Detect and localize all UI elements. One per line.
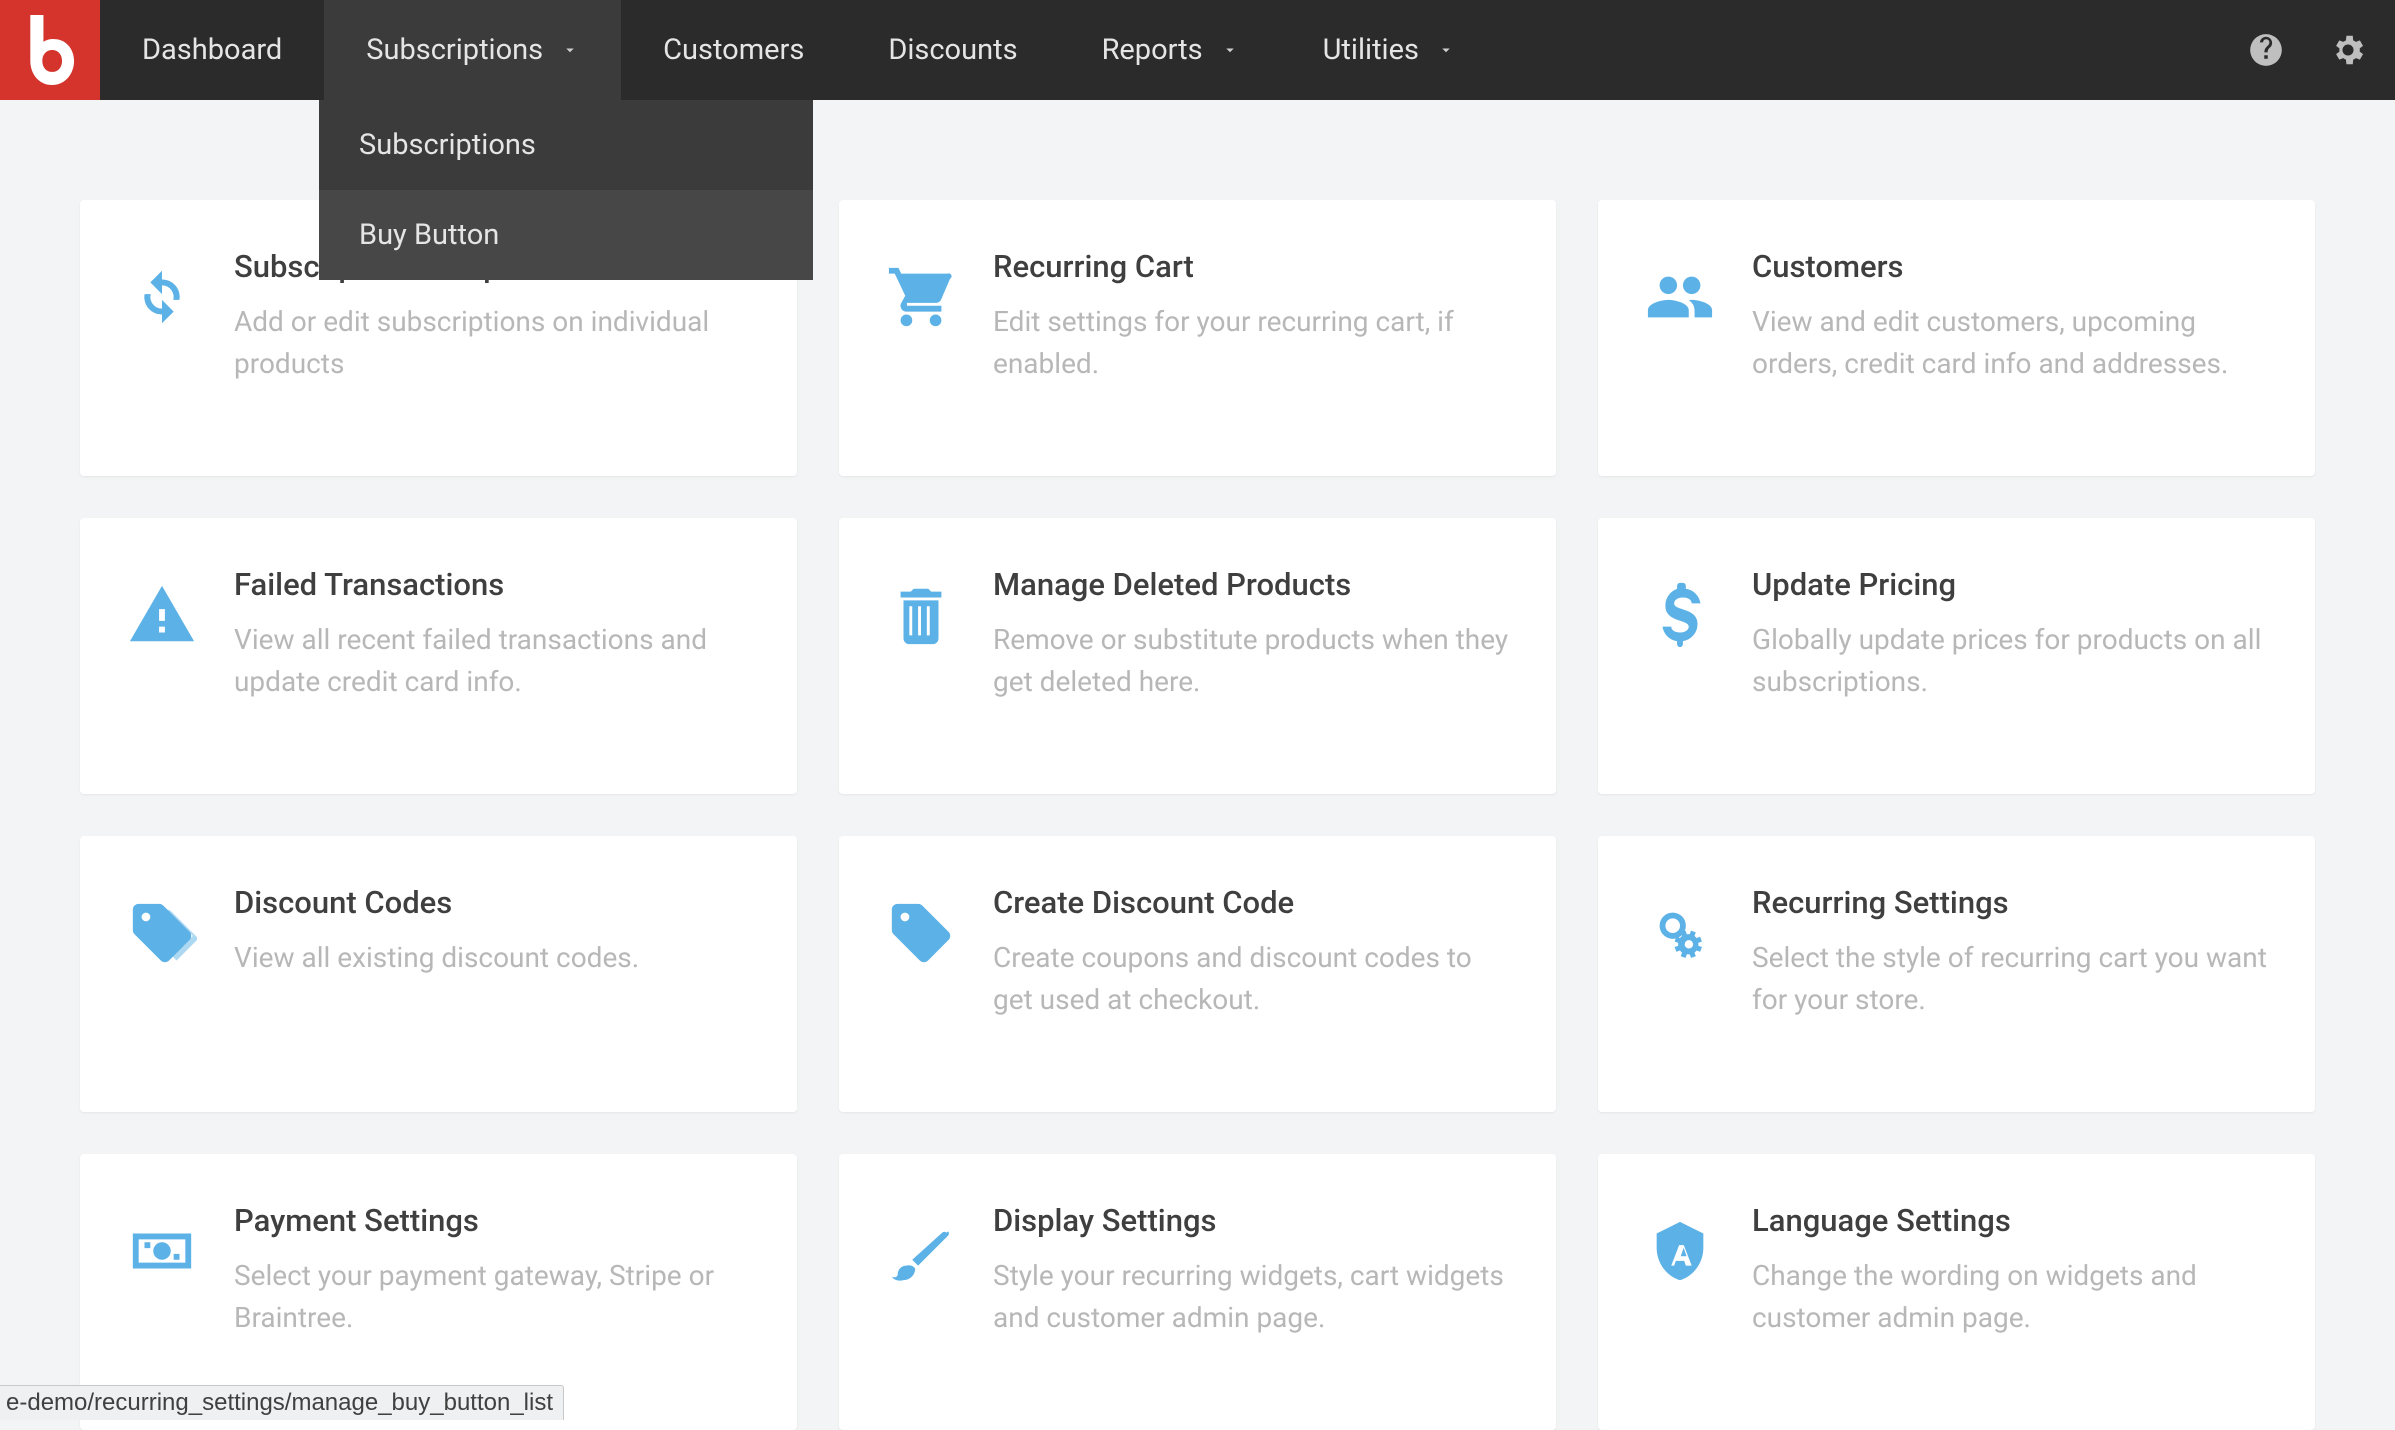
- card-manage-deleted-products[interactable]: Manage Deleted Products Remove or substi…: [839, 518, 1556, 794]
- card-update-pricing[interactable]: Update Pricing Globally update prices fo…: [1598, 518, 2315, 794]
- settings-gear-icon[interactable]: [2329, 31, 2367, 69]
- nav-customers[interactable]: Customers: [621, 0, 846, 100]
- card-title: Manage Deleted Products: [993, 566, 1512, 603]
- chevron-down-icon: [1437, 41, 1455, 59]
- dropdown-label: Buy Button: [359, 218, 499, 252]
- nav-discounts[interactable]: Discounts: [846, 0, 1059, 100]
- card-desc: Style your recurring widgets, cart widge…: [993, 1255, 1512, 1339]
- card-customers[interactable]: Customers View and edit customers, upcom…: [1598, 200, 2315, 476]
- card-desc: Remove or substitute products when they …: [993, 619, 1512, 703]
- tag-icon: [883, 884, 959, 1052]
- logo-icon: [23, 15, 77, 85]
- nav-subscriptions[interactable]: Subscriptions: [324, 0, 621, 100]
- dropdown-label: Subscriptions: [359, 128, 536, 162]
- language-icon: [1642, 1202, 1718, 1370]
- top-navigation: Dashboard Subscriptions Customers Discou…: [0, 0, 2395, 100]
- card-display-settings[interactable]: Display Settings Style your recurring wi…: [839, 1154, 1556, 1430]
- subscriptions-dropdown: Subscriptions Buy Button: [319, 100, 813, 280]
- card-body: Customers View and edit customers, upcom…: [1752, 248, 2271, 416]
- card-desc: Add or edit subscriptions on individual …: [234, 301, 753, 385]
- money-icon: [124, 1202, 200, 1370]
- warning-icon: [124, 566, 200, 734]
- card-body: Recurring Cart Edit settings for your re…: [993, 248, 1512, 416]
- status-text: e-demo/recurring_settings/manage_buy_but…: [6, 1389, 553, 1416]
- card-desc: Create coupons and discount codes to get…: [993, 937, 1512, 1021]
- card-desc: Select the style of recurring cart you w…: [1752, 937, 2271, 1021]
- status-bar: e-demo/recurring_settings/manage_buy_but…: [0, 1385, 564, 1420]
- card-title: Recurring Cart: [993, 248, 1512, 285]
- nav-label: Reports: [1102, 33, 1203, 67]
- card-body: Payment Settings Select your payment gat…: [234, 1202, 753, 1370]
- card-title: Customers: [1752, 248, 2271, 285]
- card-title: Display Settings: [993, 1202, 1512, 1239]
- card-title: Discount Codes: [234, 884, 753, 921]
- card-body: Language Settings Change the wording on …: [1752, 1202, 2271, 1370]
- card-recurring-settings[interactable]: Recurring Settings Select the style of r…: [1598, 836, 2315, 1112]
- nav-utilities[interactable]: Utilities: [1281, 0, 1497, 100]
- cart-icon: [883, 248, 959, 416]
- card-body: Failed Transactions View all recent fail…: [234, 566, 753, 734]
- nav-label: Subscriptions: [366, 33, 543, 67]
- card-title: Failed Transactions: [234, 566, 753, 603]
- card-desc: Edit settings for your recurring cart, i…: [993, 301, 1512, 385]
- nav-right: [2247, 0, 2395, 100]
- card-desc: Globally update prices for products on a…: [1752, 619, 2271, 703]
- card-body: Create Discount Code Create coupons and …: [993, 884, 1512, 1052]
- nav-dashboard[interactable]: Dashboard: [100, 0, 324, 100]
- card-desc: View and edit customers, upcoming orders…: [1752, 301, 2271, 385]
- card-desc: View all recent failed transactions and …: [234, 619, 753, 703]
- users-icon: [1642, 248, 1718, 416]
- dropdown-subscriptions[interactable]: Subscriptions: [319, 100, 813, 190]
- gears-icon: [1642, 884, 1718, 1052]
- refresh-icon: [124, 248, 200, 416]
- card-title: Language Settings: [1752, 1202, 2271, 1239]
- brush-icon: [883, 1202, 959, 1370]
- brand-logo[interactable]: [0, 0, 100, 100]
- card-body: Discount Codes View all existing discoun…: [234, 884, 753, 1052]
- tags-icon: [124, 884, 200, 1052]
- help-icon[interactable]: [2247, 31, 2285, 69]
- card-desc: View all existing discount codes.: [234, 937, 753, 979]
- nav-label: Utilities: [1323, 33, 1419, 67]
- card-body: Display Settings Style your recurring wi…: [993, 1202, 1512, 1370]
- nav-items: Dashboard Subscriptions Customers Discou…: [100, 0, 2247, 100]
- nav-label: Customers: [663, 33, 804, 67]
- card-grid: Subscription Groups Add or edit subscrip…: [80, 200, 2315, 1430]
- trash-icon: [883, 566, 959, 734]
- card-create-discount-code[interactable]: Create Discount Code Create coupons and …: [839, 836, 1556, 1112]
- card-body: Update Pricing Globally update prices fo…: [1752, 566, 2271, 734]
- card-title: Recurring Settings: [1752, 884, 2271, 921]
- card-title: Update Pricing: [1752, 566, 2271, 603]
- card-failed-transactions[interactable]: Failed Transactions View all recent fail…: [80, 518, 797, 794]
- chevron-down-icon: [561, 41, 579, 59]
- card-body: Manage Deleted Products Remove or substi…: [993, 566, 1512, 734]
- card-title: Payment Settings: [234, 1202, 753, 1239]
- nav-label: Dashboard: [142, 33, 282, 67]
- card-language-settings[interactable]: Language Settings Change the wording on …: [1598, 1154, 2315, 1430]
- nav-reports[interactable]: Reports: [1060, 0, 1281, 100]
- card-desc: Select your payment gateway, Stripe or B…: [234, 1255, 753, 1339]
- card-title: Create Discount Code: [993, 884, 1512, 921]
- card-desc: Change the wording on widgets and custom…: [1752, 1255, 2271, 1339]
- dropdown-buy-button[interactable]: Buy Button: [319, 190, 813, 280]
- content: Subscription Groups Add or edit subscrip…: [0, 100, 2395, 1430]
- chevron-down-icon: [1221, 41, 1239, 59]
- card-discount-codes[interactable]: Discount Codes View all existing discoun…: [80, 836, 797, 1112]
- card-body: Recurring Settings Select the style of r…: [1752, 884, 2271, 1052]
- nav-label: Discounts: [888, 33, 1017, 67]
- card-recurring-cart[interactable]: Recurring Cart Edit settings for your re…: [839, 200, 1556, 476]
- dollar-icon: [1642, 566, 1718, 734]
